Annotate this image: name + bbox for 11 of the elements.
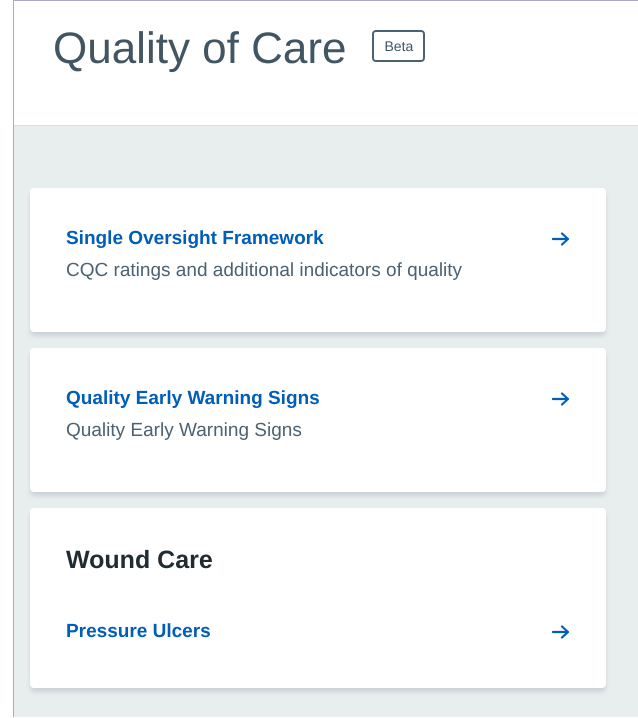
beta-badge: Beta (372, 30, 426, 62)
arrow-right-icon (552, 625, 570, 639)
arrow-right-icon (552, 392, 570, 406)
card-link[interactable]: Pressure Ulcers (66, 621, 211, 643)
section-heading: Wound Care (66, 546, 214, 575)
arrow-right-icon (552, 232, 570, 246)
page-title: Quality of Care (53, 23, 346, 75)
card-link[interactable]: Quality Early Warning Signs (66, 388, 320, 410)
card-link[interactable]: Single Oversight Framework (66, 228, 324, 250)
card-description: CQC ratings and additional indicators of quality (66, 260, 464, 282)
card-description: Quality Early Warning Signs (66, 420, 303, 442)
